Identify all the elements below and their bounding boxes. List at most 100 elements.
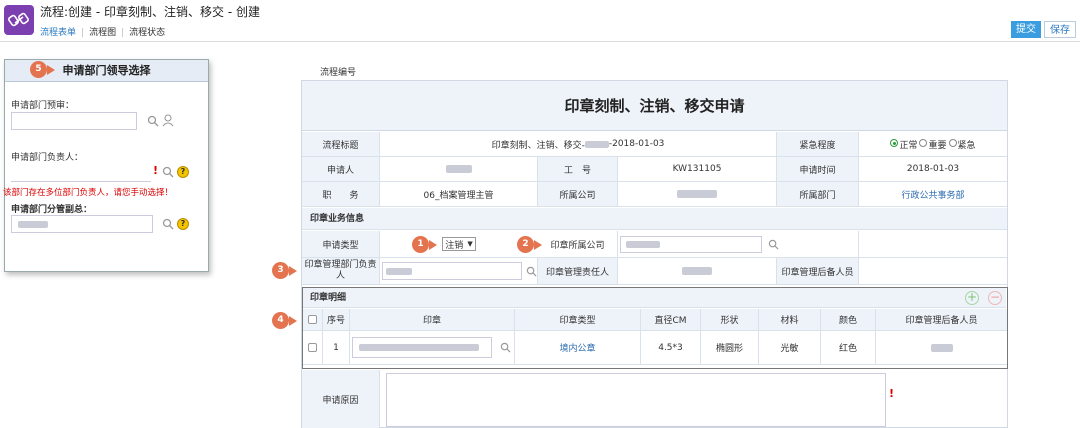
tab-form[interactable]: 流程表单 — [40, 25, 76, 38]
col-header-no: 序号 — [323, 309, 350, 331]
dept-review-label: 申请部门预审： — [11, 101, 75, 111]
help-icon[interactable]: ? — [177, 166, 189, 178]
radio-important[interactable] — [919, 139, 928, 147]
job-no-value: KW131105 — [618, 157, 777, 182]
backup-value — [876, 331, 1007, 365]
tab-flowchart[interactable]: 流程图 — [89, 25, 116, 38]
add-row-icon[interactable]: + — [965, 291, 979, 305]
shape-value: 椭圆形 — [701, 331, 759, 365]
apply-type-cell: 注销 ▼ — [380, 231, 538, 258]
marker-arrow — [289, 266, 297, 276]
tab-status[interactable]: 流程状态 — [129, 25, 165, 38]
reason-label: 申请原因 — [302, 370, 380, 428]
marker-arrow — [534, 240, 542, 250]
col-header-diameter: 直径CM — [641, 309, 701, 331]
search-icon[interactable] — [147, 115, 159, 127]
marker-arrow — [289, 316, 297, 326]
page-title: 流程:创建 - 印章刻制、注销、移交 - 创建 — [40, 5, 260, 19]
color-value: 红色 — [821, 331, 876, 365]
form-title: 印章刻制、注销、移交申请 — [302, 81, 1007, 131]
seal-dept-head-cell — [380, 258, 538, 285]
marker-4: 4 — [272, 312, 289, 329]
col-header-material: 材料 — [759, 309, 821, 331]
tab-separator: | — [121, 28, 125, 38]
seal-type-value[interactable]: 境内公章 — [515, 331, 641, 365]
required-icon: ! — [153, 164, 159, 177]
col-header-backup: 印章管理后备人员 — [876, 309, 1007, 331]
col-header-color: 颜色 — [821, 309, 876, 331]
redacted-seal-name — [359, 344, 479, 351]
search-icon[interactable] — [500, 342, 511, 353]
dept-leader-panel: 申请部门领导选择 申请部门预审： 申请部门负责人： ! ? 该部门存在多位部门负… — [3, 59, 209, 272]
seal-dept-head-input[interactable] — [382, 262, 522, 280]
diameter-value: 4.5*3 — [641, 331, 701, 365]
user-icon[interactable] — [162, 114, 174, 127]
dept-leader-label: 申请部门负责人： — [11, 153, 84, 163]
urgency-radio-group: 正常 重要 紧急 — [859, 132, 1007, 157]
row-checkbox[interactable] — [308, 343, 317, 352]
dept-review-input[interactable] — [11, 112, 137, 130]
apply-type-value: 注销 — [445, 240, 464, 251]
radio-urgent-label: 紧急 — [957, 140, 976, 151]
marker-2: 2 — [517, 236, 534, 253]
marker-5: 5 — [30, 61, 47, 78]
dept-label: 所属部门 — [777, 182, 859, 207]
search-icon[interactable] — [162, 218, 174, 230]
warning-text: 该部门存在多位部门负责人，请您手动选择！ — [3, 188, 174, 198]
app-logo — [4, 5, 34, 35]
remove-row-icon[interactable]: − — [988, 291, 1002, 305]
urgency-label: 紧急程度 — [777, 132, 859, 157]
select-all-checkbox[interactable] — [308, 315, 317, 324]
search-icon[interactable] — [768, 239, 779, 250]
flow-icon — [8, 12, 29, 27]
redacted-name — [386, 268, 412, 275]
radio-normal[interactable] — [890, 139, 899, 147]
apply-time-value: 2018-01-03 — [859, 157, 1007, 182]
business-section-header: 印章业务信息 — [302, 208, 1007, 230]
position-label: 职 务 — [302, 182, 380, 207]
required-icon: ! — [889, 387, 895, 400]
apply-type-label: 申请类型 — [302, 231, 380, 258]
seal-backup-label: 印章管理后备人员 — [777, 258, 859, 285]
application-form: 印章刻制、注销、移交申请 流程标题 印章刻制、注销、移交- -2018-01-03… — [301, 80, 1008, 428]
app-header: 流程:创建 - 印章刻制、注销、移交 - 创建 流程表单 | 流程图 | 流程状态 提交… — [0, 0, 1080, 42]
dropdown-icon: ▼ — [467, 240, 473, 248]
save-button[interactable]: 保存 — [1044, 21, 1076, 38]
dept-leader-input[interactable] — [11, 164, 151, 182]
marker-1: 1 — [412, 236, 429, 253]
flow-title-prefix: 印章刻制、注销、移交- — [491, 140, 585, 151]
detail-section-header: 印章明细 — [303, 288, 1006, 308]
redacted-name — [445, 165, 472, 173]
position-value: 06_档案管理主管 — [380, 182, 538, 207]
radio-normal-label: 正常 — [899, 140, 918, 151]
supervisor-label: 申请部门分管副总： — [11, 205, 93, 215]
redacted-company — [626, 241, 660, 248]
seal-name-input[interactable] — [352, 337, 492, 358]
seal-backup-value — [859, 258, 1007, 285]
supervisor-input[interactable] — [11, 215, 153, 233]
applicant-value — [380, 157, 538, 182]
help-icon[interactable]: ? — [177, 218, 189, 230]
applicant-label: 申请人 — [302, 157, 380, 182]
radio-important-label: 重要 — [928, 140, 947, 151]
flow-title-label: 流程标题 — [302, 132, 380, 157]
search-icon[interactable] — [526, 266, 537, 277]
seal-name-cell — [350, 331, 515, 365]
submit-button[interactable]: 提交 — [1011, 21, 1041, 38]
seal-company-label: 印章所属公司 — [538, 231, 618, 258]
apply-type-select[interactable]: 注销 ▼ — [442, 237, 476, 251]
detail-section: 印章明细 + − 序号 印章 印章类型 直径CM 形状 材料 颜色 印章管理后备… — [302, 287, 1008, 369]
flow-number-label: 流程编号 — [320, 68, 357, 78]
radio-urgent[interactable] — [948, 139, 957, 147]
seal-dept-head-label: 印章管理部门负责人 — [302, 258, 380, 285]
search-icon[interactable] — [162, 166, 174, 178]
seal-keeper-label: 印章管理责任人 — [538, 258, 618, 285]
reason-textarea[interactable] — [386, 373, 886, 427]
material-value: 光敏 — [759, 331, 821, 365]
marker-3: 3 — [272, 262, 289, 279]
row-no: 1 — [323, 331, 350, 365]
marker-arrow — [47, 65, 55, 75]
dept-value[interactable]: 行政公共事务部 — [859, 182, 1007, 207]
col-header-shape: 形状 — [701, 309, 759, 331]
seal-company-input[interactable] — [620, 236, 762, 253]
